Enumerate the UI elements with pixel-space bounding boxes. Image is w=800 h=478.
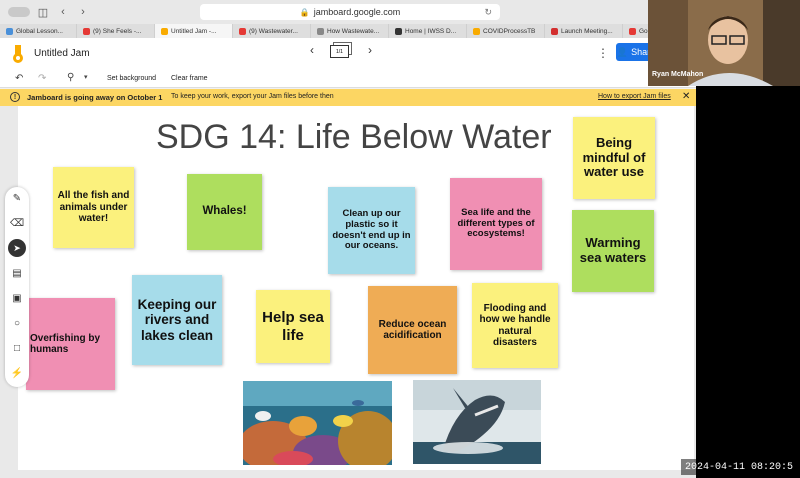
redo-icon[interactable]: ↷ <box>38 73 46 84</box>
tab-favicon-icon <box>395 27 402 35</box>
tab-favicon-icon <box>161 27 168 35</box>
previous-frame-icon[interactable]: ‹ <box>310 43 314 57</box>
tab-favicon-icon <box>83 27 90 35</box>
browser-tab[interactable]: (9) Wastewater... <box>233 24 311 38</box>
zoom-dropdown-icon[interactable]: ▾ <box>84 73 88 81</box>
tab-label: COVIDProcessTB <box>483 27 536 35</box>
tab-favicon-icon <box>6 27 13 35</box>
tab-favicon-icon <box>239 27 246 35</box>
tab-label: Home | IWSS D... <box>405 27 457 35</box>
add-image-icon[interactable]: ▣ <box>11 292 23 304</box>
frame-navigator: ‹ 1/1 › <box>310 42 372 58</box>
sticky-note[interactable]: Whales! <box>187 174 262 250</box>
coral-reef-image[interactable] <box>243 381 392 465</box>
back-arrow-icon[interactable]: ‹ <box>56 6 70 18</box>
undo-icon[interactable]: ↶ <box>15 73 23 84</box>
browser-tab[interactable]: Launch Meeting... <box>545 24 623 38</box>
sticky-note[interactable]: Help sea life <box>256 290 330 363</box>
tool-palette: ✎ ⌫ ➤ ▤ ▣ ○ □ ⚡ <box>5 187 29 387</box>
breaching-whale-image[interactable] <box>413 380 541 464</box>
lock-icon: 🔒 <box>299 7 310 17</box>
jamboard-logo-icon <box>13 45 23 63</box>
browser-tab[interactable]: Global Lesson... <box>0 24 77 38</box>
close-icon[interactable]: ✕ <box>682 91 690 102</box>
tab-favicon-icon <box>629 27 636 35</box>
tab-label: How Wastewate... <box>327 27 380 35</box>
screen: ◫ ‹ › 🔒 jamboard.google.com ↻ ⇩ + Global… <box>0 0 800 478</box>
tab-label: (9) Wastewater... <box>249 27 298 35</box>
frame-bar-button[interactable]: 1/1 <box>330 42 352 58</box>
forward-arrow-icon[interactable]: › <box>76 6 90 18</box>
laser-icon[interactable]: ⚡ <box>11 367 23 379</box>
participant-name: Ryan McMahon <box>652 71 704 78</box>
eraser-icon[interactable]: ⌫ <box>10 217 24 229</box>
jam-toolbar <box>0 68 696 88</box>
frame-counter: 1/1 <box>330 45 349 58</box>
person-add-icon: 👤 <box>616 46 629 57</box>
window-controls[interactable] <box>8 7 30 17</box>
sticky-note[interactable]: Keeping our rivers and lakes clean <box>132 275 222 365</box>
tab-favicon-icon <box>473 27 480 35</box>
board-title[interactable]: SDG 14: Life Below Water <box>156 118 552 157</box>
more-options-icon[interactable]: ⋮ <box>597 46 609 60</box>
set-background-button[interactable]: Set background <box>107 75 156 82</box>
sticky-note[interactable]: Warming sea waters <box>572 210 654 292</box>
banner-message: Jamboard is going away on October 1 <box>27 93 163 102</box>
select-pointer-icon[interactable]: ➤ <box>8 239 26 257</box>
tab-favicon-icon <box>551 27 558 35</box>
export-help-link[interactable]: How to export Jam files <box>598 93 671 100</box>
browser-tab[interactable]: (9) She Feels -... <box>77 24 155 38</box>
sticky-note[interactable]: Sea life and the different types of ecos… <box>450 178 542 270</box>
sticky-note-icon[interactable]: ▤ <box>11 267 23 279</box>
clear-frame-button[interactable]: Clear frame <box>171 75 208 82</box>
sticky-note[interactable]: Flooding and how we handle natural disas… <box>472 283 558 368</box>
banner-subtext: To keep your work, export your Jam files… <box>171 93 334 100</box>
circle-shape-icon[interactable]: ○ <box>11 317 23 329</box>
sticky-note[interactable]: Clean up our plastic so it doesn't end u… <box>328 187 415 274</box>
tab-label: Global Lesson... <box>16 27 63 35</box>
address-bar[interactable]: 🔒 jamboard.google.com ↻ <box>200 4 500 20</box>
tab-label: Launch Meeting... <box>561 27 613 35</box>
sticky-note[interactable]: Overfishing by humans <box>26 298 115 390</box>
text-box-icon[interactable]: □ <box>11 342 23 354</box>
sticky-note[interactable]: Reduce ocean acidification <box>368 286 457 374</box>
tab-label: Untitled Jam -... <box>171 27 217 35</box>
next-frame-icon[interactable]: › <box>368 43 372 57</box>
recording-timestamp: 2024-04-11 08:20:5 <box>681 459 800 475</box>
tab-favicon-icon <box>317 27 324 35</box>
browser-window: ◫ ‹ › 🔒 jamboard.google.com ↻ ⇩ + Global… <box>0 0 696 478</box>
zoom-icon[interactable]: ⚲ <box>67 72 74 83</box>
reload-icon[interactable]: ↻ <box>484 7 492 18</box>
browser-tab[interactable]: COVIDProcessTB <box>467 24 545 38</box>
document-title[interactable]: Untitled Jam <box>34 48 90 59</box>
browser-tab[interactable]: How Wastewate... <box>311 24 389 38</box>
tab-label: (9) She Feels -... <box>93 27 142 35</box>
sticky-note[interactable]: Being mindful of water use <box>573 117 655 199</box>
browser-tab[interactable]: Untitled Jam -... <box>155 24 233 38</box>
browser-tab[interactable]: Home | IWSS D... <box>389 24 467 38</box>
url-text: jamboard.google.com <box>313 7 401 17</box>
info-icon: ! <box>10 92 20 102</box>
sidebar-toggle-icon[interactable]: ◫ <box>36 6 50 19</box>
pen-icon[interactable]: ✎ <box>11 192 23 204</box>
tab-strip: Global Lesson... (9) She Feels -... Untitl… <box>0 24 696 38</box>
sticky-note[interactable]: All the fish and animals under water! <box>53 167 134 248</box>
